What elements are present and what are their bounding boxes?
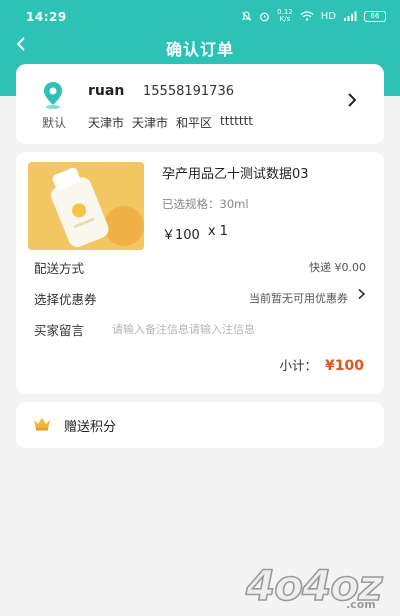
default-address-label: 默认 <box>42 116 67 130</box>
buyer-note-label: 买家留言 <box>34 323 85 338</box>
bonus-points-label: 赠送积分 <box>64 420 117 435</box>
coupon-value: 当前暂无可用优惠券 <box>249 292 348 305</box>
address-chevron-right-icon[interactable] <box>346 92 358 113</box>
product-spec: 已选规格：30ml <box>162 197 249 211</box>
address-line: 天津市 天津市 和平区 ttttttt <box>88 114 253 131</box>
address-card[interactable]: 默认 ruan 15558191736 天津市 天津市 和平区 ttttttt <box>16 64 384 144</box>
status-time: 14:29 <box>26 10 67 24</box>
buyer-note-row: 买家留言 <box>34 318 366 340</box>
wifi-icon <box>300 11 314 21</box>
product-name[interactable]: 孕产用品乙十测试数据03 <box>162 163 309 182</box>
page-title: 确认订单 <box>165 40 234 59</box>
status-icons: 0.12 K/s HD 66 <box>241 9 386 23</box>
crown-icon <box>34 418 50 431</box>
order-goods-card: 孕产用品乙十测试数据03 已选规格：30ml ￥100 x 1 配送方式 快递 … <box>16 152 384 394</box>
bonus-points-card[interactable]: 赠送积分 <box>16 402 384 448</box>
alarm-icon <box>260 12 270 21</box>
product-image[interactable] <box>28 162 144 250</box>
net-speed: 0.12 K/s <box>277 8 293 23</box>
address-province: 天津市 <box>88 116 125 130</box>
battery-icon: 66 <box>364 10 386 22</box>
coupon-label: 选择优惠券 <box>34 292 97 307</box>
address-detail: ttttttt <box>220 114 253 128</box>
subtotal: 小计： ¥100 <box>280 355 364 374</box>
subtotal-value: ¥100 <box>325 358 364 374</box>
chevron-right-icon <box>348 93 357 107</box>
watermark-suffix: .com <box>346 598 376 611</box>
location-pin-icon <box>44 82 62 109</box>
buyer-note-input[interactable] <box>112 318 366 340</box>
product-quantity: x 1 <box>207 224 228 239</box>
shipping-label: 配送方式 <box>34 261 85 276</box>
shipping-row: 配送方式 快递 ¥0.00 <box>34 258 366 278</box>
product-price-row: ￥100 x 1 <box>162 224 228 243</box>
site-watermark-logo: 4o4oz .com <box>244 560 385 611</box>
product-price: ￥100 <box>162 228 200 243</box>
receiver-phone: 15558191736 <box>143 84 234 99</box>
shipping-value: 快递 ¥0.00 <box>309 261 366 274</box>
signal-icon <box>344 11 357 21</box>
subtotal-label: 小计： <box>279 358 318 373</box>
address-district: 和平区 <box>176 116 213 130</box>
coupon-chevron-right-icon <box>357 288 366 304</box>
coupon-row[interactable]: 选择优惠券 当前暂无可用优惠券 <box>34 288 366 309</box>
network-type: HD <box>320 10 336 22</box>
address-city: 天津市 <box>132 116 169 130</box>
receiver-name: ruan <box>88 83 125 99</box>
mute-bell-icon <box>241 10 252 21</box>
status-bar: 14:29 0.12 K/s HD 66 <box>0 0 400 34</box>
